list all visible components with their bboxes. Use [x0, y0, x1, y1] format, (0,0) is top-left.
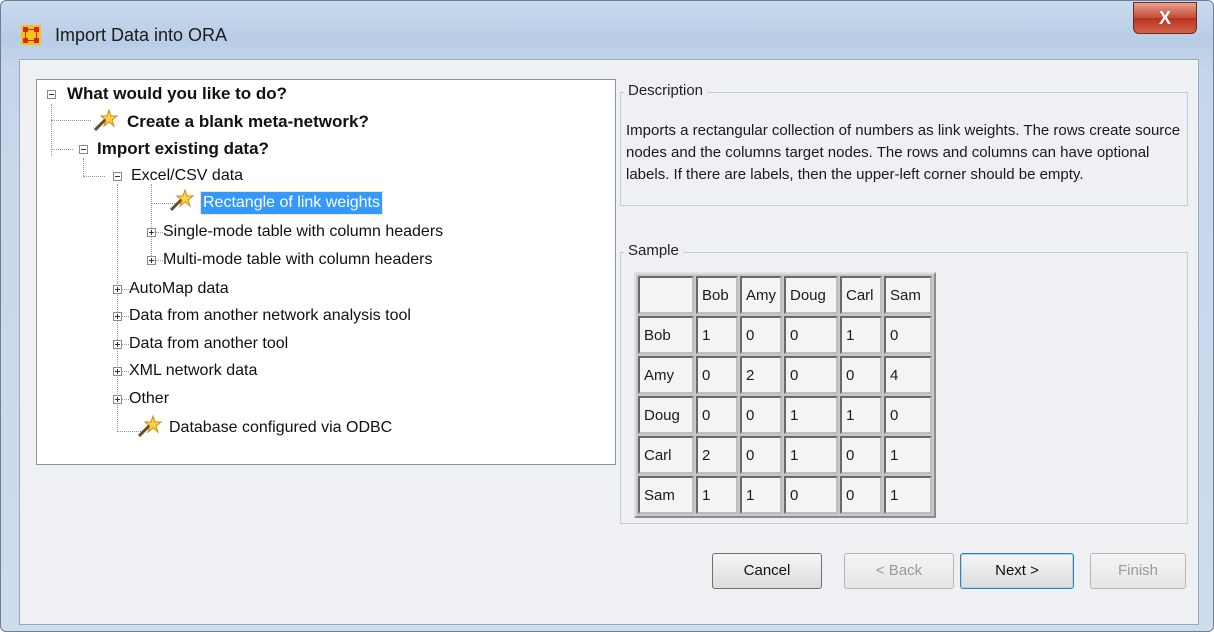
description-text: Imports a rectangular collection of numb… [626, 122, 1181, 183]
tree-connector [121, 371, 129, 372]
tree-item-import-existing[interactable]: Import existing data? [97, 138, 269, 160]
table-cell: 1 [840, 396, 882, 434]
expand-automap-toggle[interactable] [113, 285, 122, 294]
expand-xml-toggle[interactable] [113, 367, 122, 376]
table-cell: 0 [840, 356, 882, 394]
table-cell: 1 [696, 476, 738, 514]
table-cell: 1 [884, 476, 932, 514]
finish-button[interactable]: Finish [1090, 553, 1186, 589]
table-cell: 1 [740, 476, 782, 514]
tree-connector [155, 260, 163, 261]
table-header-cell: Amy [740, 276, 782, 314]
table-cell: 0 [696, 356, 738, 394]
tree-connector [121, 289, 129, 290]
close-button[interactable]: X [1133, 2, 1197, 34]
table-cell: 0 [840, 436, 882, 474]
table-header-cell [638, 276, 694, 314]
table-header-row: Bob Amy Doug Carl Sam [638, 276, 932, 314]
table-cell: 0 [884, 396, 932, 434]
wand-icon [93, 108, 119, 132]
table-cell: 0 [740, 396, 782, 434]
tree-item-automap[interactable]: AutoMap data [129, 278, 229, 300]
tree-connector [121, 344, 129, 345]
tree-connector [83, 176, 105, 177]
tree-item-network-analysis-tool[interactable]: Data from another network analysis tool [129, 305, 411, 327]
tree-item-odbc[interactable]: Database configured via ODBC [169, 417, 392, 439]
collapse-root-toggle[interactable] [47, 90, 56, 99]
table-cell: 0 [696, 396, 738, 434]
tree-item-rectangle-link-weights[interactable]: Rectangle of link weights [200, 191, 383, 215]
table-cell: 2 [740, 356, 782, 394]
table-header-cell: Bob [696, 276, 738, 314]
table-cell: 1 [884, 436, 932, 474]
cancel-button[interactable]: Cancel [712, 553, 822, 589]
tree-root-label[interactable]: What would you like to do? [67, 83, 287, 105]
collapse-excel-toggle[interactable] [113, 172, 122, 181]
sample-label: Sample [624, 242, 683, 259]
table-header-cell: Doug [784, 276, 838, 314]
description-label: Description [624, 82, 708, 99]
tree-item-create-blank[interactable]: Create a blank meta-network? [127, 111, 369, 133]
import-dialog-window: Import Data into ORA X What would you li… [0, 0, 1214, 632]
table-cell: 0 [884, 316, 932, 354]
table-cell: 1 [784, 436, 838, 474]
wand-icon [137, 414, 163, 438]
table-cell: 2 [696, 436, 738, 474]
tree-item-other-tool[interactable]: Data from another tool [129, 333, 288, 355]
expand-other-tool-toggle[interactable] [113, 340, 122, 349]
table-cell: 1 [784, 396, 838, 434]
table-row-header: Sam [638, 476, 694, 514]
table-row: Amy 0 2 0 0 4 [638, 356, 932, 394]
table-header-cell: Sam [884, 276, 932, 314]
expand-other-toggle[interactable] [113, 395, 122, 404]
title-bar[interactable]: Import Data into ORA X [1, 1, 1213, 59]
next-button[interactable]: Next > [960, 553, 1074, 589]
tree-item-xml-network[interactable]: XML network data [129, 360, 257, 382]
table-row-header: Doug [638, 396, 694, 434]
table-row: Sam 1 1 0 0 1 [638, 476, 932, 514]
table-cell: 0 [840, 476, 882, 514]
table-row: Bob 1 0 0 1 0 [638, 316, 932, 354]
table-row-header: Amy [638, 356, 694, 394]
tree-connector [83, 158, 84, 176]
table-cell: 4 [884, 356, 932, 394]
sample-matrix-table: Bob Amy Doug Carl Sam Bob 1 0 0 1 0 Amy … [634, 272, 936, 518]
tree-item-multi-mode[interactable]: Multi-mode table with column headers [163, 249, 432, 271]
table-cell: 1 [696, 316, 738, 354]
expand-network-tool-toggle[interactable] [113, 312, 122, 321]
table-row: Doug 0 0 1 1 0 [638, 396, 932, 434]
wand-icon [169, 188, 195, 212]
tree-connector [155, 232, 163, 233]
table-cell: 0 [784, 476, 838, 514]
back-button[interactable]: < Back [844, 553, 954, 589]
tree-item-excel-csv[interactable]: Excel/CSV data [131, 165, 243, 187]
table-cell: 0 [740, 436, 782, 474]
table-cell: 1 [840, 316, 882, 354]
table-cell: 0 [740, 316, 782, 354]
tree-connector [51, 149, 73, 150]
collapse-import-toggle[interactable] [79, 145, 88, 154]
import-options-tree[interactable]: What would you like to do? Create a blan… [36, 79, 616, 465]
table-row: Carl 2 0 1 0 1 [638, 436, 932, 474]
table-cell: 0 [784, 316, 838, 354]
table-row-header: Carl [638, 436, 694, 474]
tree-item-other[interactable]: Other [129, 388, 169, 410]
tree-connector [51, 120, 91, 121]
ora-app-icon [21, 25, 41, 45]
table-cell: 0 [784, 356, 838, 394]
tree-connector [151, 184, 152, 260]
expand-multi-mode-toggle[interactable] [147, 256, 156, 265]
table-header-cell: Carl [840, 276, 882, 314]
expand-single-mode-toggle[interactable] [147, 228, 156, 237]
table-row-header: Bob [638, 316, 694, 354]
tree-connector [121, 399, 129, 400]
tree-connector [121, 316, 129, 317]
tree-item-single-mode[interactable]: Single-mode table with column headers [163, 221, 443, 243]
window-title: Import Data into ORA [55, 25, 228, 45]
dialog-client-area: What would you like to do? Create a blan… [19, 59, 1199, 625]
